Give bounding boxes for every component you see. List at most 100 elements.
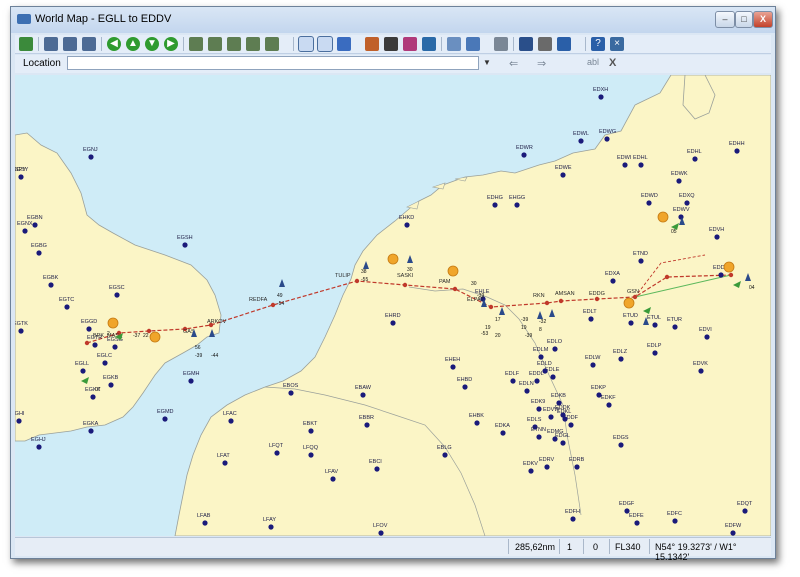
airport-marker[interactable]	[638, 258, 644, 264]
airport-marker[interactable]	[90, 394, 96, 400]
location-dropdown-icon[interactable]: ▼	[481, 56, 493, 70]
airport-marker[interactable]	[528, 468, 534, 474]
routes-icon[interactable]	[447, 37, 461, 51]
airport-marker[interactable]	[514, 202, 520, 208]
airport-marker[interactable]	[678, 214, 684, 220]
airport-marker[interactable]	[510, 378, 516, 384]
zoom-all-icon[interactable]	[265, 37, 279, 51]
airport-marker[interactable]	[274, 450, 280, 456]
airport-marker[interactable]	[500, 430, 506, 436]
nav-right-icon[interactable]: ▶	[164, 37, 178, 51]
airport-marker[interactable]	[568, 422, 574, 428]
airport-marker[interactable]	[610, 278, 616, 284]
zoom-window-icon[interactable]	[246, 37, 260, 51]
airport-marker[interactable]	[742, 508, 748, 514]
location-input[interactable]	[67, 56, 479, 70]
airport-marker[interactable]	[634, 520, 640, 526]
airport-marker[interactable]	[604, 136, 610, 142]
airport-marker[interactable]	[16, 418, 22, 424]
airport-marker[interactable]	[162, 416, 168, 422]
airport-marker[interactable]	[80, 368, 86, 374]
airport-marker[interactable]	[676, 178, 682, 184]
zoom-airport-icon[interactable]	[208, 37, 222, 51]
airport-marker[interactable]	[618, 356, 624, 362]
airport-marker[interactable]	[222, 460, 228, 466]
airport-marker[interactable]	[330, 476, 336, 482]
back-icon[interactable]: ⇐	[509, 57, 518, 70]
airport-marker[interactable]	[692, 156, 698, 162]
print-icon[interactable]	[519, 37, 533, 51]
airport-marker[interactable]	[228, 418, 234, 424]
weather-station-icon[interactable]	[723, 261, 735, 273]
route-waypoint-marker[interactable]	[664, 274, 670, 280]
abl-button[interactable]: abl	[587, 57, 599, 67]
airport-marker[interactable]	[268, 524, 274, 530]
airport-marker[interactable]	[652, 350, 658, 356]
airport-marker[interactable]	[714, 234, 720, 240]
maximize-button[interactable]: □	[735, 11, 753, 28]
nav-down-icon[interactable]: ▼	[145, 37, 159, 51]
airport-marker[interactable]	[570, 516, 576, 522]
airport-marker[interactable]	[492, 202, 498, 208]
route-waypoint-marker[interactable]	[632, 294, 638, 300]
close-icon[interactable]: ×	[610, 37, 624, 51]
airport-marker[interactable]	[598, 94, 604, 100]
zoom-route-icon[interactable]	[227, 37, 241, 51]
airport-marker[interactable]	[562, 416, 568, 422]
airport-marker[interactable]	[704, 334, 710, 340]
airport-marker[interactable]	[102, 360, 108, 366]
weather-station-icon[interactable]	[387, 253, 399, 265]
airport-marker[interactable]	[48, 282, 54, 288]
airport-marker[interactable]	[18, 174, 24, 180]
airport-marker[interactable]	[450, 364, 456, 370]
airport-marker[interactable]	[22, 228, 28, 234]
airport-marker[interactable]	[646, 200, 652, 206]
airport-marker[interactable]	[588, 316, 594, 322]
airport-marker[interactable]	[590, 362, 596, 368]
airport-marker[interactable]	[542, 368, 548, 374]
pan-icon[interactable]	[494, 37, 508, 51]
airport-marker[interactable]	[390, 320, 396, 326]
airport-marker[interactable]	[308, 428, 314, 434]
settings-icon[interactable]	[466, 37, 480, 51]
airport-marker[interactable]	[544, 464, 550, 470]
airport-marker[interactable]	[108, 382, 114, 388]
airport-marker[interactable]	[202, 520, 208, 526]
zoom-region-icon[interactable]	[189, 37, 203, 51]
route-waypoint-marker[interactable]	[354, 278, 360, 284]
airport-marker[interactable]	[364, 422, 370, 428]
airport-marker[interactable]	[560, 440, 566, 446]
airport-marker[interactable]	[288, 390, 294, 396]
airport-marker[interactable]	[474, 420, 480, 426]
zoom-fit-icon[interactable]	[82, 37, 96, 51]
weather-station-icon[interactable]	[107, 317, 119, 329]
airport-marker[interactable]	[36, 250, 42, 256]
weather-icon[interactable]	[384, 37, 398, 51]
airport-marker[interactable]	[308, 452, 314, 458]
airport-marker[interactable]	[32, 222, 38, 228]
airport-marker[interactable]	[578, 138, 584, 144]
zoom-in-icon[interactable]	[44, 37, 58, 51]
weather-station-icon[interactable]	[657, 211, 669, 223]
aircraft-icon[interactable]	[337, 37, 351, 51]
airport-marker[interactable]	[114, 292, 120, 298]
clear-location-button[interactable]: X	[609, 57, 616, 69]
airport-marker[interactable]	[521, 152, 527, 158]
help-icon[interactable]: ?	[591, 37, 605, 51]
route-waypoint-marker[interactable]	[728, 272, 734, 278]
airport-marker[interactable]	[188, 378, 194, 384]
weather-station-icon[interactable]	[447, 265, 459, 277]
airport-marker[interactable]	[628, 320, 634, 326]
airport-marker[interactable]	[672, 518, 678, 524]
airport-marker[interactable]	[574, 464, 580, 470]
route-waypoint-marker[interactable]	[402, 282, 408, 288]
airport-marker[interactable]	[550, 374, 556, 380]
airport-marker[interactable]	[86, 326, 92, 332]
airport-marker[interactable]	[182, 242, 188, 248]
airport-marker[interactable]	[378, 530, 384, 536]
airport-marker[interactable]	[88, 428, 94, 434]
route-waypoint-marker[interactable]	[488, 304, 494, 310]
airport-marker[interactable]	[538, 354, 544, 360]
route-waypoint-marker[interactable]	[452, 286, 458, 292]
close-button[interactable]: X	[753, 11, 773, 28]
